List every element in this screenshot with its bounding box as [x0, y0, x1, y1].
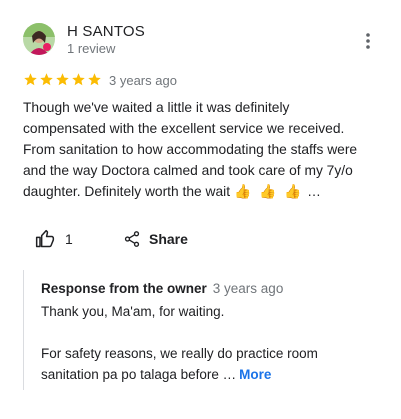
owner-response-line-truncated: sanitation pa po talaga before …: [41, 367, 237, 382]
review-text-line: daughter. Definitely worth the wait 👍 👍 👍…: [23, 181, 383, 202]
avatar-image: [23, 23, 55, 55]
truncation-ellipsis: …: [307, 184, 321, 199]
review-text-line: From sanitation to how accommodating the…: [23, 142, 358, 157]
reviewer-review-count: 1 review: [67, 41, 116, 56]
owner-response-heading: Response from the owner 3 years ago: [41, 281, 283, 296]
star-icon: [88, 73, 101, 86]
review-time: 3 years ago: [109, 73, 177, 88]
share-button[interactable]: Share: [123, 228, 188, 250]
owner-response-line: sanitation pa po talaga before … More: [41, 364, 361, 385]
more-options-button[interactable]: [358, 31, 378, 51]
star-icon: [56, 73, 69, 86]
review-text-line: Though we've waited a little it was defi…: [23, 100, 290, 115]
review-text-last: daughter. Definitely worth the wait: [23, 184, 231, 199]
thumb-up-icon: [35, 229, 55, 248]
owner-response-text: Thank you, Ma'am, for waiting. For safet…: [41, 301, 361, 385]
share-label: Share: [149, 231, 188, 247]
review-card: H SANTOS 1 review 3 years ago Though we'…: [0, 0, 401, 419]
avatar[interactable]: [23, 23, 55, 55]
review-text-line: and the way Doctora calmed and took care…: [23, 163, 353, 178]
star-icon: [24, 73, 37, 86]
star-icon: [72, 73, 85, 86]
thumbs-up-emoji: 👍 👍 👍: [234, 184, 304, 199]
like-count: 1: [65, 231, 73, 247]
review-text: Though we've waited a little it was defi…: [23, 97, 383, 202]
owner-response-time: 3 years ago: [212, 281, 284, 296]
owner-response-line: For safety reasons, we really do practic…: [41, 346, 318, 361]
star-icon: [40, 73, 53, 86]
like-button[interactable]: 1: [35, 228, 73, 250]
share-icon: [124, 231, 140, 247]
star-rating: [23, 72, 102, 88]
owner-response: Response from the owner 3 years ago Thank…: [23, 270, 364, 390]
more-link[interactable]: More: [239, 367, 271, 382]
owner-response-label: Response from the owner: [41, 281, 207, 296]
more-vert-icon: [366, 33, 370, 49]
owner-response-spacer: [41, 322, 361, 343]
review-text-line: compensated with the excellent service w…: [23, 121, 345, 136]
owner-response-line: Thank you, Ma'am, for waiting.: [41, 304, 225, 319]
reviewer-name[interactable]: H SANTOS: [67, 23, 145, 40]
